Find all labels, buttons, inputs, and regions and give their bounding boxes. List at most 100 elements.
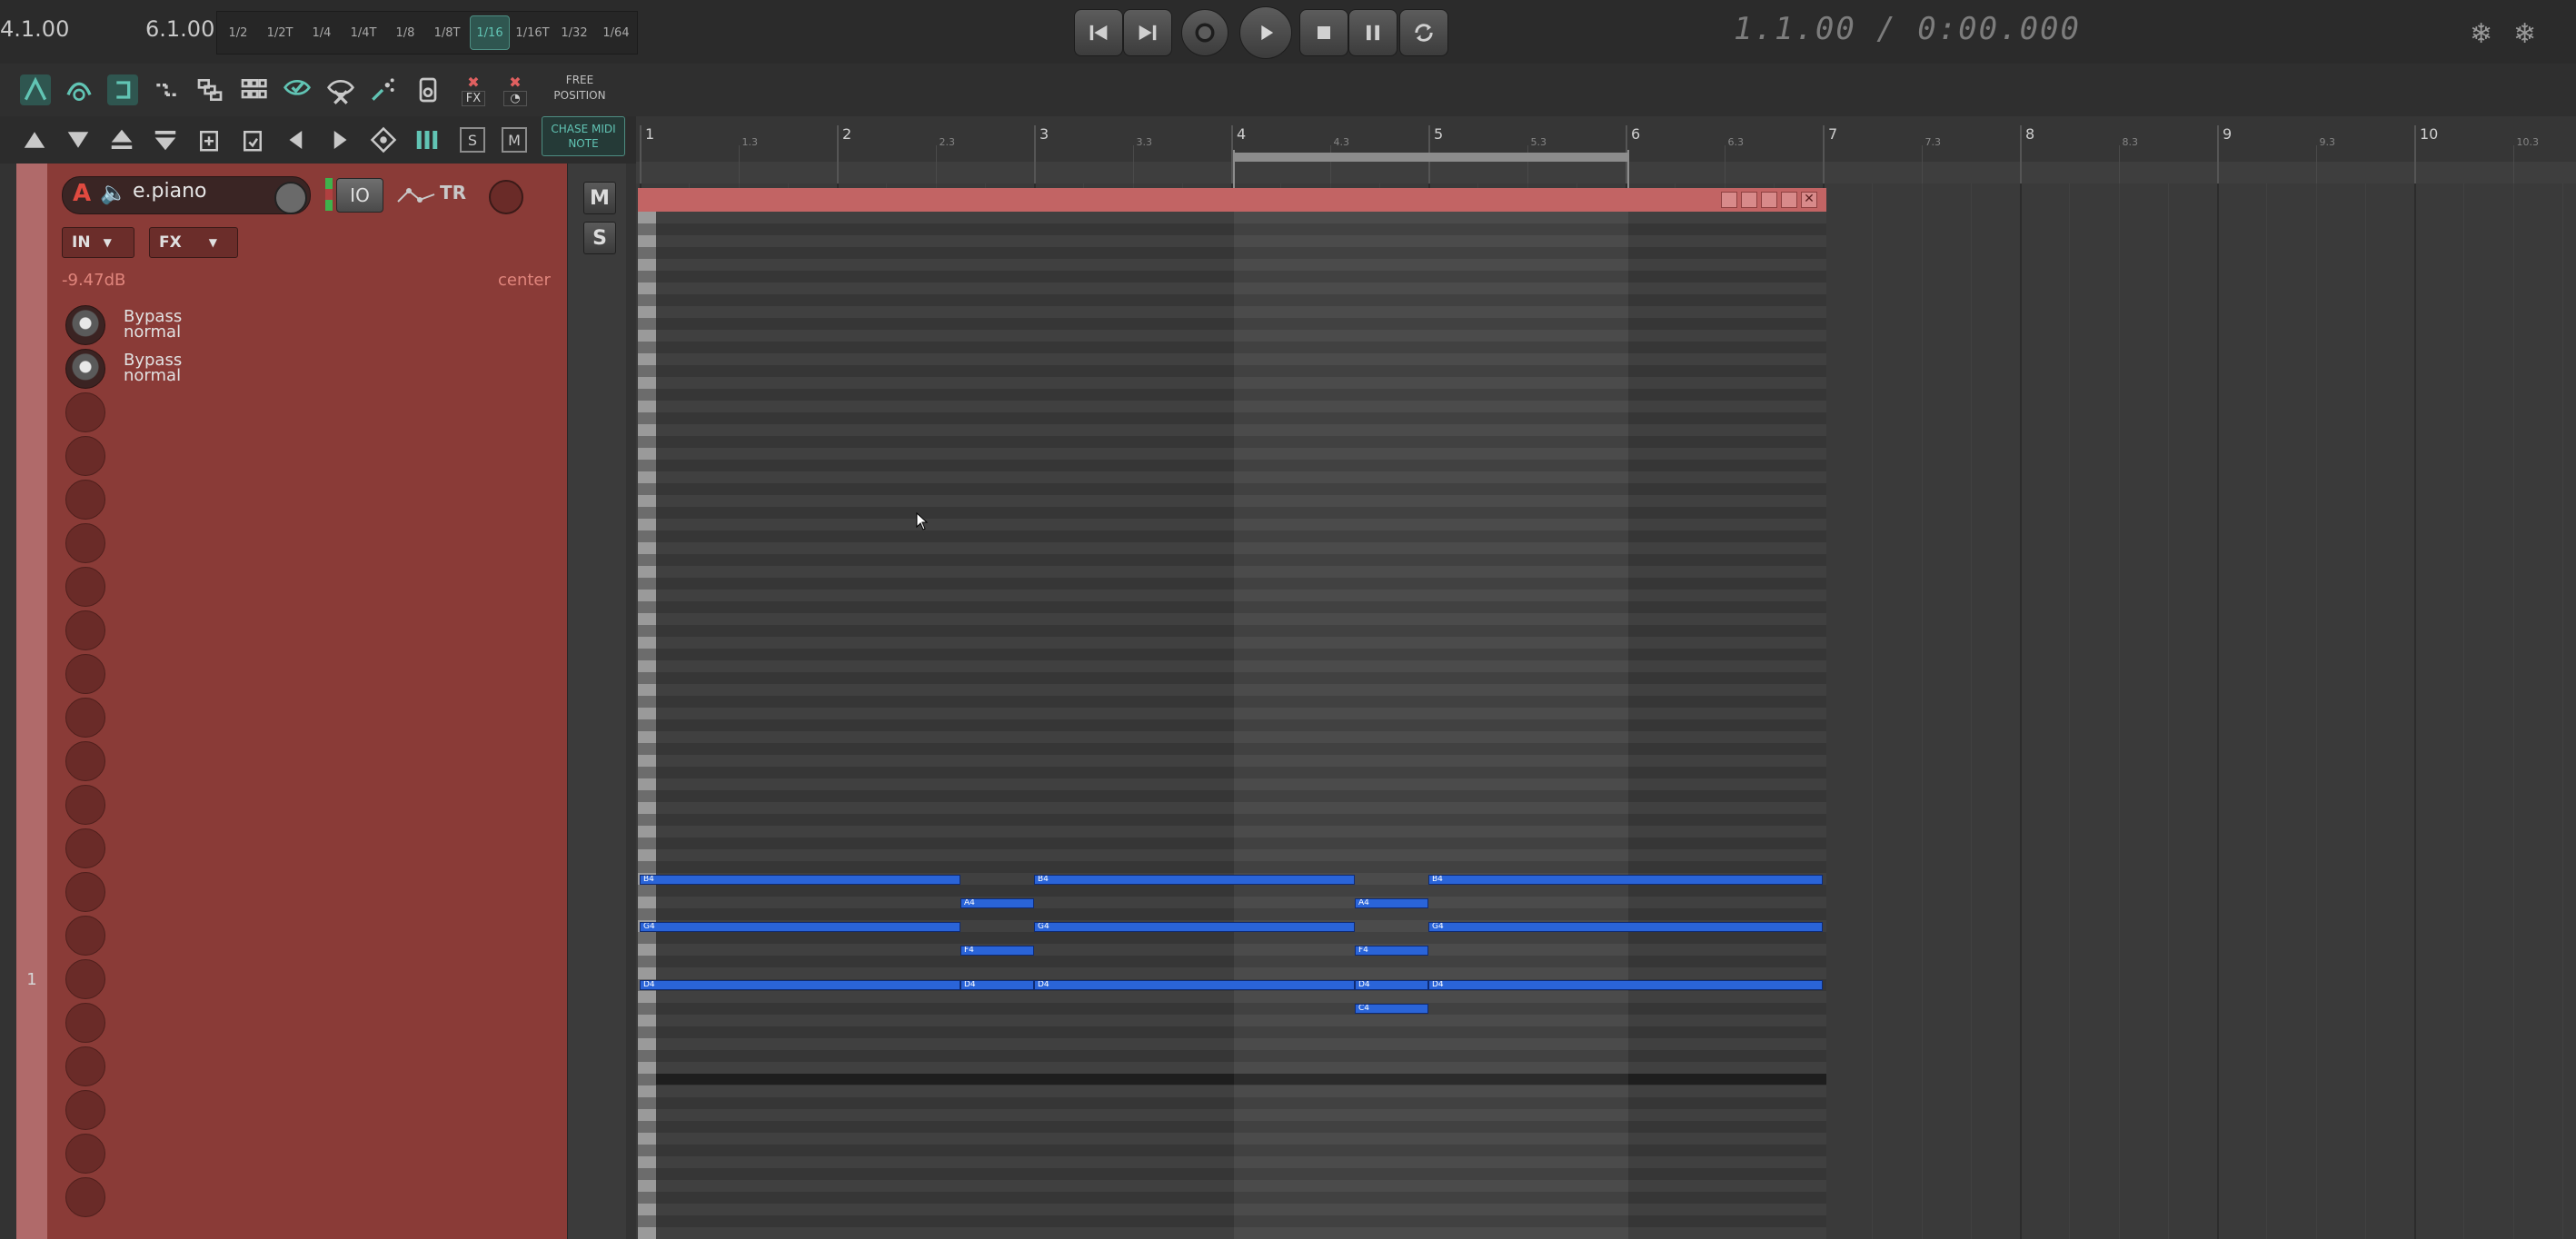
grid-1-64[interactable]: 1/64 [597, 16, 635, 49]
grouping-button[interactable] [151, 74, 182, 105]
grid-1-4t[interactable]: 1/4T [344, 16, 383, 49]
record-arm-button[interactable]: A [73, 180, 91, 207]
trim-read-label[interactable]: TR [440, 182, 466, 203]
empty-fx-slot[interactable] [65, 567, 105, 607]
empty-fx-slot[interactable] [65, 959, 105, 999]
input-dropdown[interactable]: IN ▼ [62, 227, 134, 258]
empty-fx-slot[interactable] [65, 828, 105, 868]
midi-note[interactable]: C4 [1355, 1004, 1428, 1014]
grid-1-16t[interactable]: 1/16T [513, 16, 552, 49]
speaker-icon[interactable]: 🔈 [100, 180, 127, 205]
copy-button[interactable] [193, 124, 225, 156]
empty-fx-slot[interactable] [65, 1090, 105, 1130]
midi-note[interactable]: G4 [1034, 922, 1355, 932]
io-button[interactable]: IO [336, 178, 383, 213]
octave-up-button[interactable] [105, 124, 138, 156]
snowflake-icon[interactable]: ❄ [2470, 18, 2492, 50]
item-lock-icon[interactable] [1721, 192, 1737, 208]
phase-knob[interactable] [489, 180, 523, 214]
empty-fx-slot[interactable] [65, 392, 105, 432]
empty-fx-slot[interactable] [65, 872, 105, 912]
fx-slot-1-knob[interactable] [65, 305, 105, 345]
piano-roll-button[interactable] [411, 124, 443, 156]
fx-dropdown[interactable]: FX ▼ [149, 227, 238, 258]
play-button[interactable] [1239, 6, 1292, 59]
solo-button[interactable]: S [583, 222, 616, 254]
repeat-button[interactable] [1399, 9, 1448, 56]
empty-fx-slot[interactable] [65, 1003, 105, 1043]
move-down-button[interactable] [62, 124, 94, 156]
midi-note[interactable]: F4 [1355, 946, 1428, 956]
empty-fx-slot[interactable] [65, 1046, 105, 1086]
snowflake-unfreeze-icon[interactable]: ❄ [2513, 18, 2536, 50]
go-to-start-button[interactable] [1074, 9, 1123, 56]
stop-button[interactable] [1299, 9, 1348, 56]
midi-note[interactable]: F4 [960, 946, 1034, 956]
grid-1-2t[interactable]: 1/2T [261, 16, 299, 49]
midi-note[interactable]: A4 [960, 898, 1034, 908]
midi-item-body[interactable] [638, 212, 1826, 1239]
grid-1-32[interactable]: 1/32 [555, 16, 593, 49]
go-to-end-button[interactable] [1123, 9, 1172, 56]
midi-note[interactable]: A4 [1355, 898, 1428, 908]
empty-fx-slot[interactable] [65, 610, 105, 650]
nudge-right-button[interactable] [323, 124, 356, 156]
midi-note[interactable]: D4 [960, 980, 1034, 990]
volume-readout[interactable]: -9.47dB [62, 271, 125, 290]
record-button[interactable] [1181, 9, 1228, 56]
mute-button[interactable]: M [583, 182, 616, 214]
metronome-button[interactable] [413, 74, 443, 105]
midi-note[interactable]: D4 [640, 980, 960, 990]
free-position-button[interactable]: FREE POSITION [542, 73, 618, 104]
grid-1-4[interactable]: 1/4 [303, 16, 341, 49]
midi-note[interactable]: D4 [1355, 980, 1428, 990]
empty-fx-slot[interactable] [65, 480, 105, 520]
scatter-edit-button[interactable] [367, 74, 398, 105]
chase-midi-note-button[interactable]: CHASE MIDI NOTE [542, 116, 625, 156]
hide-button[interactable] [325, 74, 356, 105]
mute-button[interactable]: M [498, 124, 531, 156]
visibility-button[interactable] [282, 74, 313, 105]
empty-fx-slot[interactable] [65, 654, 105, 694]
midi-note[interactable]: G4 [1428, 922, 1823, 932]
octave-down-button[interactable] [149, 124, 182, 156]
midi-editor-button[interactable] [367, 124, 400, 156]
time-selection-bar[interactable] [1234, 153, 1628, 162]
empty-fx-slot[interactable] [65, 741, 105, 781]
empty-fx-slot[interactable] [65, 916, 105, 956]
item-close-icon[interactable]: ✕ [1801, 192, 1817, 208]
grid-1-8t[interactable]: 1/8T [428, 16, 466, 49]
item-zoom-icon[interactable] [1741, 192, 1757, 208]
pause-button[interactable] [1348, 9, 1397, 56]
envelope-icon[interactable] [396, 185, 436, 211]
record-mode-knob[interactable] [274, 182, 307, 214]
solo-button[interactable]: S [456, 124, 489, 156]
grid-1-2[interactable]: 1/2 [219, 16, 257, 49]
grid-1-8[interactable]: 1/8 [386, 16, 424, 49]
empty-fx-slot[interactable] [65, 436, 105, 476]
nudge-left-button[interactable] [280, 124, 313, 156]
item-take-icon[interactable] [1781, 192, 1797, 208]
empty-fx-slot[interactable] [65, 698, 105, 738]
empty-fx-slot[interactable] [65, 785, 105, 825]
item-fx-icon[interactable] [1761, 192, 1777, 208]
midi-note[interactable]: B4 [1428, 875, 1823, 885]
midi-note[interactable]: D4 [1428, 980, 1823, 990]
ripple-edit-button[interactable] [107, 74, 138, 105]
empty-fx-slot[interactable] [65, 1177, 105, 1217]
empty-fx-slot[interactable] [65, 523, 105, 563]
item-grouping-button[interactable] [194, 74, 225, 105]
empty-fx-slot[interactable] [65, 1134, 105, 1174]
midi-note[interactable]: B4 [640, 875, 960, 885]
pan-readout[interactable]: center [498, 271, 551, 290]
monitor-bypass-button[interactable]: ✖ ◔ [498, 69, 532, 111]
envelope-follow-button[interactable] [64, 74, 94, 105]
auto-crossfade-button[interactable] [20, 74, 51, 105]
midi-item-header[interactable] [638, 188, 1826, 212]
fx-bypass-button[interactable]: ✖ FX [456, 69, 491, 111]
move-up-button[interactable] [18, 124, 51, 156]
grid-1-16[interactable]: 1/16 [470, 15, 510, 50]
midi-note[interactable]: B4 [1034, 875, 1355, 885]
paste-button[interactable] [236, 124, 269, 156]
fx-slot-2-knob[interactable] [65, 349, 105, 389]
